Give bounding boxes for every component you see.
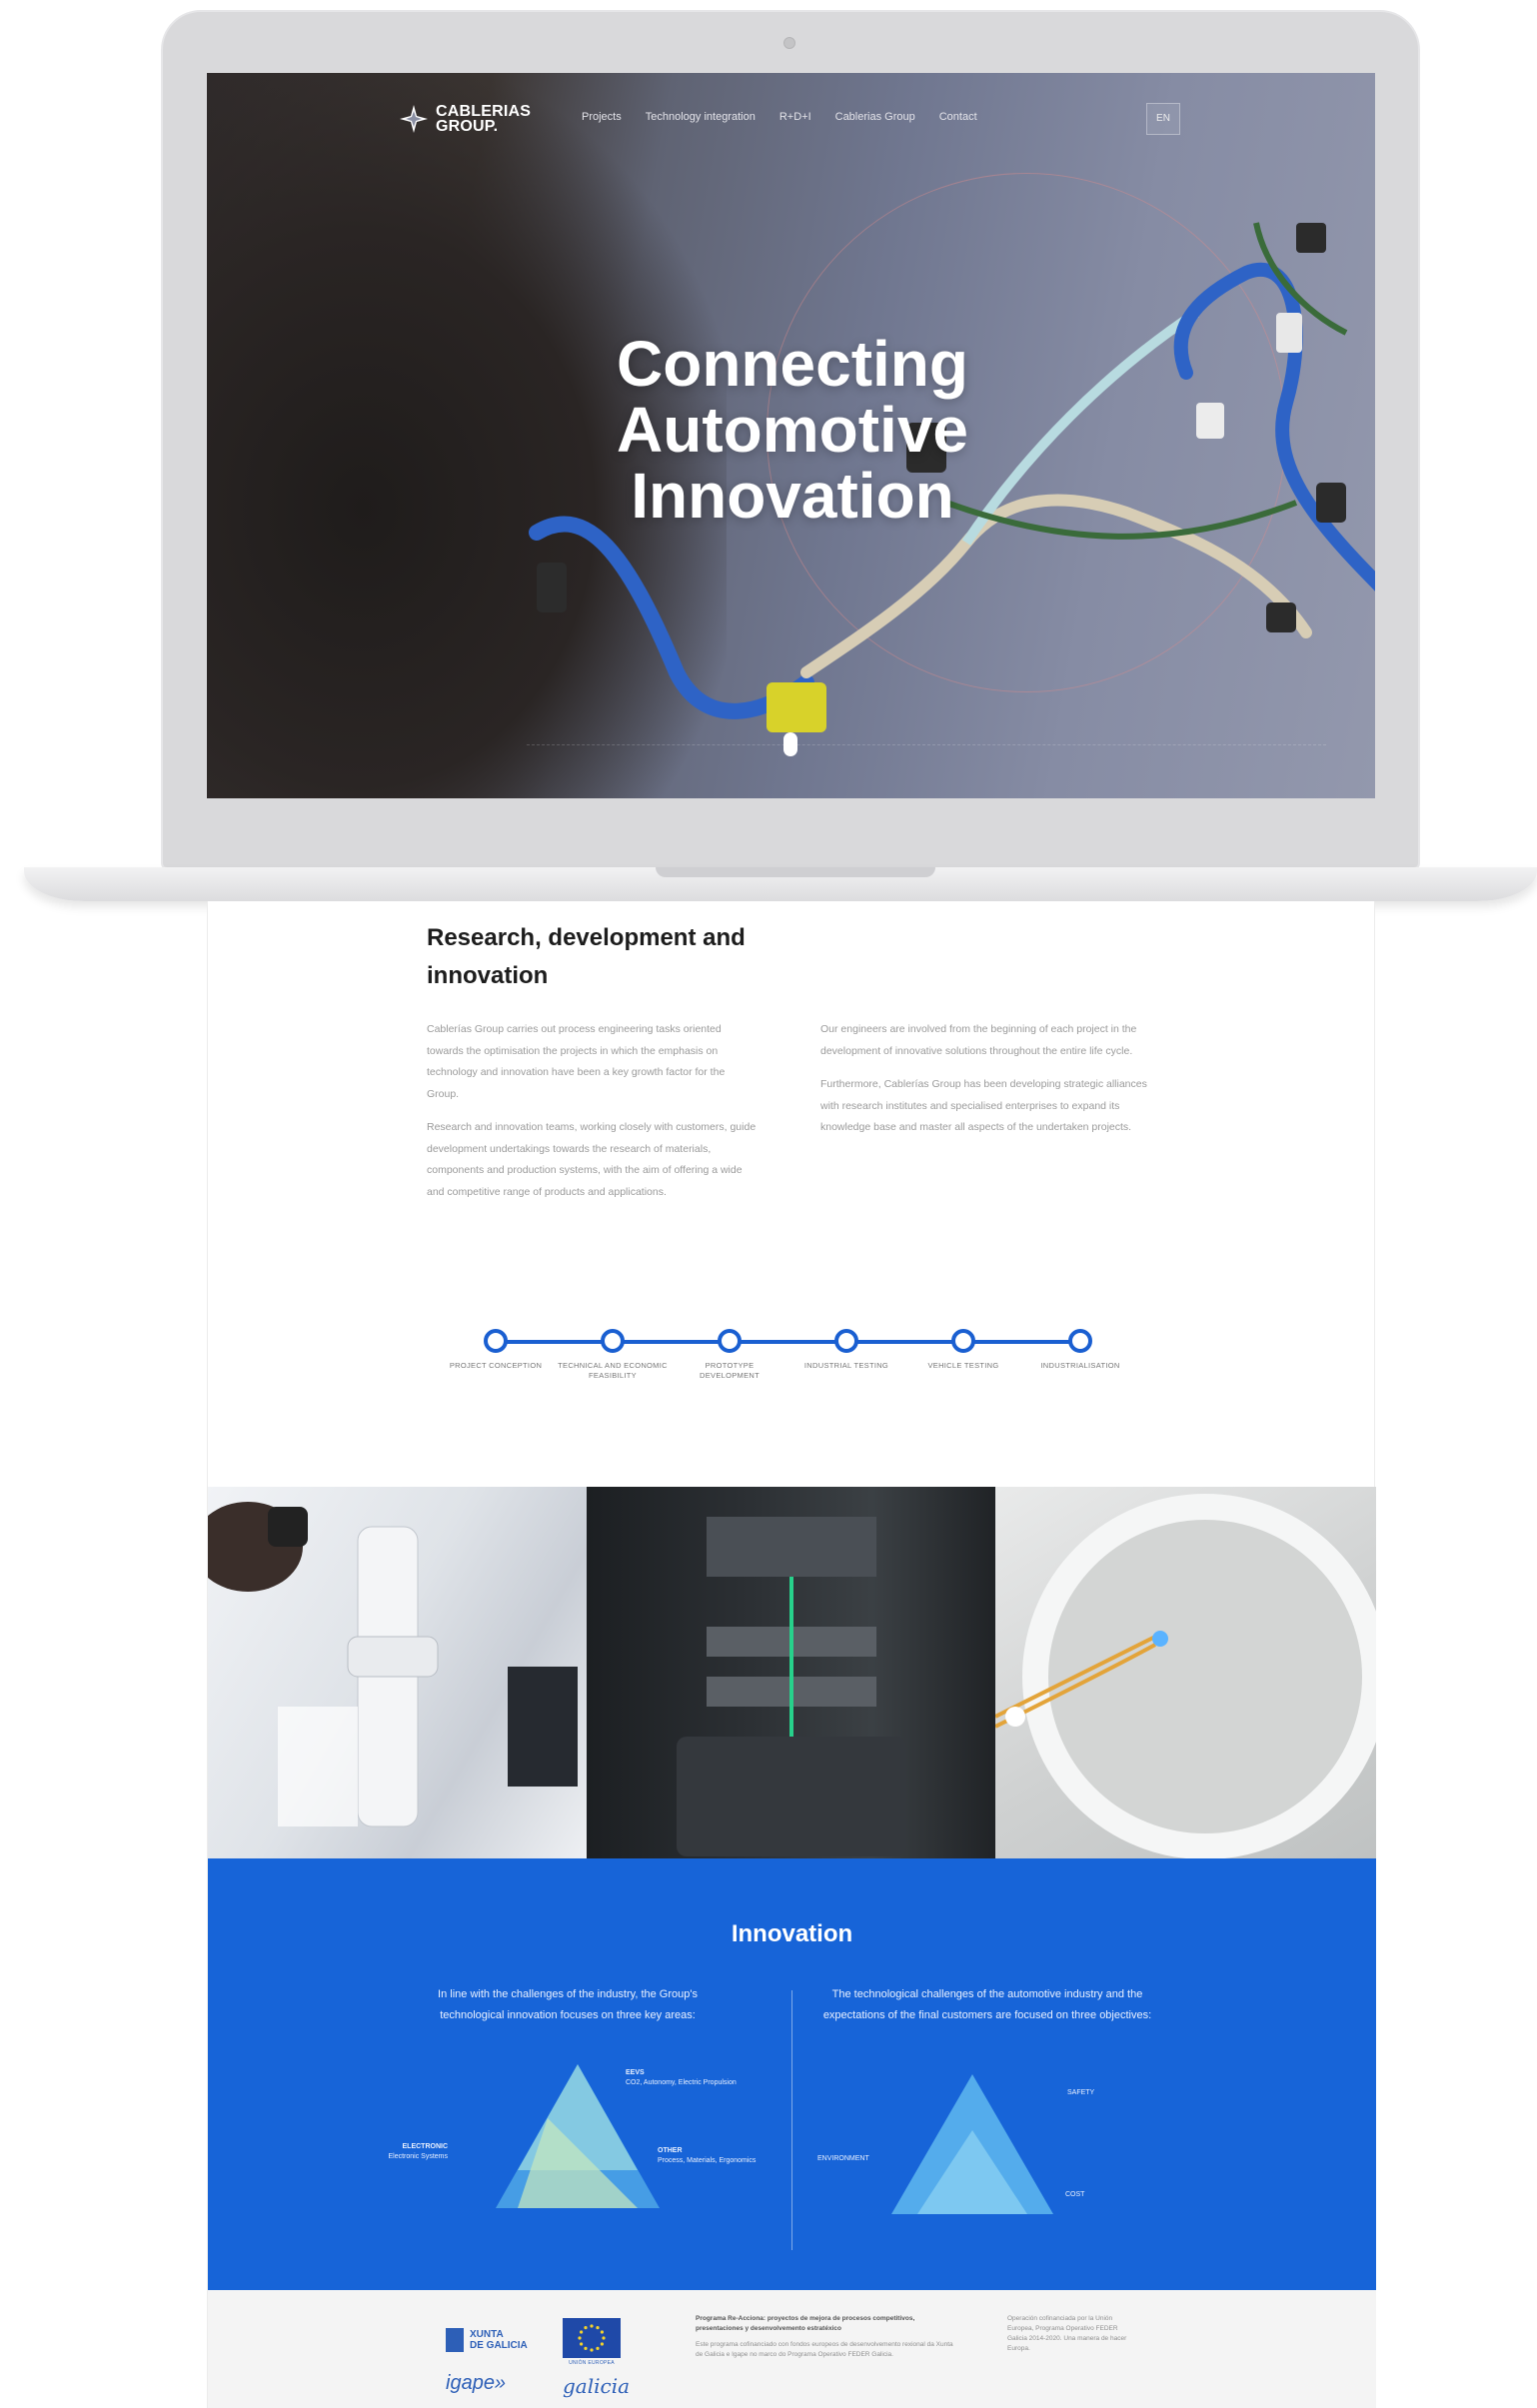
triangle-label-safety: SAFETY bbox=[1067, 2089, 1095, 2096]
innovation-left-text: In line with the challenges of the indus… bbox=[438, 1988, 698, 2021]
rd-right-paragraph-1: Our engineers are involved from the begi… bbox=[820, 1023, 1137, 1057]
nav-item-contact[interactable]: Contact bbox=[939, 111, 977, 123]
xunta-crest-icon bbox=[446, 2328, 464, 2352]
hero-screen: CABLERIAS GROUP. Projects Technology int… bbox=[207, 73, 1375, 798]
camera-dot bbox=[783, 37, 795, 49]
cad-toolbar bbox=[527, 744, 1326, 758]
page-content: Research, development and innovation Cab… bbox=[207, 901, 1376, 2408]
connector-yellow bbox=[767, 682, 826, 732]
objectives-triangle bbox=[891, 2074, 1053, 2214]
timeline-step: TECHNICAL AND ECONOMIC FEASIBILITY bbox=[558, 1329, 668, 1381]
timeline-dot bbox=[718, 1329, 742, 1353]
hero-title: Connecting Automotive Innovation bbox=[543, 331, 1042, 529]
timeline-step: INDUSTRIAL TESTING bbox=[791, 1329, 901, 1371]
cablerias-logo-icon bbox=[398, 103, 430, 135]
brand-name: CABLERIAS GROUP. bbox=[436, 103, 532, 135]
timeline-step-label: VEHICLE TESTING bbox=[927, 1361, 999, 1370]
nav-links: Projects Technology integration R+D+I Ca… bbox=[582, 111, 977, 123]
triangle-label-eevs-detail: CO2, Autonomy, Electric Propulsion bbox=[626, 2079, 737, 2086]
language-selector[interactable]: EN bbox=[1146, 103, 1180, 135]
hero-title-line3: Innovation bbox=[631, 460, 954, 532]
footer-program-title: Programa Re-Acciona: proyectos de mejora… bbox=[696, 2315, 915, 2332]
scroll-down-icon[interactable] bbox=[783, 732, 797, 756]
brand-name-line2: GROUP. bbox=[436, 118, 499, 135]
eu-flag-icon bbox=[563, 2318, 621, 2358]
microscope-illustration bbox=[208, 1502, 578, 1827]
timeline-dot bbox=[1068, 1329, 1092, 1353]
xunta-line2: DE GALICIA bbox=[470, 2340, 528, 2351]
innovation-right-text: The technological challenges of the auto… bbox=[822, 1988, 1152, 2021]
innovation-title: Innovation bbox=[731, 1920, 853, 1947]
tensile-tester-illustration bbox=[677, 1517, 906, 1856]
timeline-step: PROTOTYPE DEVELOPMENT bbox=[675, 1329, 784, 1381]
triangle-label-cost: COST bbox=[1065, 2191, 1085, 2198]
footer-program-text: Este programa cofinanciado con fondos eu… bbox=[696, 2341, 953, 2358]
innovation-divider bbox=[791, 1990, 792, 2250]
nav-item-rdi[interactable]: R+D+I bbox=[779, 111, 811, 123]
timeline-dot bbox=[951, 1329, 975, 1353]
triangle-label-eevs-title: EEVS bbox=[626, 2069, 645, 2076]
funding-footer: XUNTA DE GALICIA UNIÓN EUROPEA igape» ga… bbox=[208, 2290, 1376, 2408]
top-navigation: CABLERIAS GROUP. Projects Technology int… bbox=[207, 73, 1375, 135]
xunta-logo: XUNTA DE GALICIA bbox=[446, 2328, 528, 2352]
triangle-label-environment: ENVIRONMENT bbox=[817, 2155, 869, 2162]
timeline-step-label: INDUSTRIALISATION bbox=[1040, 1361, 1120, 1370]
rd-right-paragraph-2: Furthermore, Cablerías Group has been de… bbox=[820, 1078, 1147, 1133]
rd-left-paragraph-2: Research and innovation teams, working c… bbox=[427, 1121, 757, 1198]
brand-logo[interactable]: CABLERIAS GROUP. bbox=[398, 103, 531, 135]
triangle-label-electronic: ELECTRONIC Electronic Systems bbox=[348, 2142, 448, 2162]
triangle-label-electronic-detail: Electronic Systems bbox=[388, 2153, 448, 2160]
photo-strip bbox=[208, 1487, 1376, 1858]
laptop-base-notch bbox=[656, 867, 935, 877]
triangle-label-other-detail: Process, Materials, Ergonomics bbox=[658, 2157, 757, 2164]
timeline-step-label: INDUSTRIAL TESTING bbox=[803, 1361, 889, 1370]
triangle-label-other: OTHER Process, Materials, Ergonomics bbox=[658, 2146, 756, 2166]
hero-title-line2: Automotive bbox=[617, 394, 968, 466]
process-timeline: PROJECT CONCEPTION TECHNICAL AND ECONOMI… bbox=[450, 1321, 1137, 1401]
brand-name-line1: CABLERIAS bbox=[436, 103, 532, 120]
photo-microscope-lab bbox=[208, 1487, 587, 1858]
nav-item-technology-integration[interactable]: Technology integration bbox=[646, 111, 756, 123]
rd-right-column: Our engineers are involved from the begi… bbox=[820, 1019, 1160, 1151]
timeline-step-label: TECHNICAL AND ECONOMIC FEASIBILITY bbox=[558, 1361, 668, 1380]
photo-magnifier-cable bbox=[995, 1487, 1376, 1858]
timeline-step: VEHICLE TESTING bbox=[908, 1329, 1018, 1371]
rd-section-title: Research, development and innovation bbox=[427, 924, 746, 989]
timeline-dot bbox=[834, 1329, 858, 1353]
nav-item-projects[interactable]: Projects bbox=[582, 111, 622, 123]
nav-item-cablerias-group[interactable]: Cablerias Group bbox=[835, 111, 915, 123]
timeline-step: INDUSTRIALISATION bbox=[1025, 1329, 1135, 1371]
footer-program-info: Programa Re-Acciona: proyectos de mejora… bbox=[696, 2314, 955, 2360]
timeline-dot bbox=[484, 1329, 508, 1353]
igape-logo: igape» bbox=[446, 2372, 507, 2394]
triangle-label-eevs: EEVS CO2, Autonomy, Electric Propulsion bbox=[626, 2068, 737, 2088]
xunta-logo-text: XUNTA DE GALICIA bbox=[470, 2329, 528, 2351]
photo-tensile-tester bbox=[587, 1487, 995, 1858]
timeline-step-label: PROJECT CONCEPTION bbox=[449, 1361, 543, 1370]
eu-caption: UNIÓN EUROPEA bbox=[569, 2360, 615, 2366]
footer-cofinance-text: Operación cofinanciada por la Unión Euro… bbox=[1007, 2315, 1127, 2352]
magnifier-illustration bbox=[995, 1494, 1376, 1858]
galicia-logo: galicia bbox=[563, 2374, 631, 2398]
xunta-line1: XUNTA bbox=[470, 2329, 504, 2340]
hero-title-line1: Connecting bbox=[617, 328, 968, 400]
rd-left-column: Cablerías Group carries out process engi… bbox=[427, 1019, 757, 1215]
triangle-label-other-title: OTHER bbox=[658, 2147, 683, 2154]
triangle-label-electronic-title: ELECTRONIC bbox=[402, 2143, 449, 2150]
rd-left-paragraph-1: Cablerías Group carries out process engi… bbox=[427, 1023, 726, 1100]
timeline-step: PROJECT CONCEPTION bbox=[441, 1329, 551, 1371]
timeline-dot bbox=[601, 1329, 625, 1353]
timeline-step-label: PROTOTYPE DEVELOPMENT bbox=[700, 1361, 760, 1380]
innovation-section: Innovation In line with the challenges o… bbox=[208, 1858, 1376, 2290]
